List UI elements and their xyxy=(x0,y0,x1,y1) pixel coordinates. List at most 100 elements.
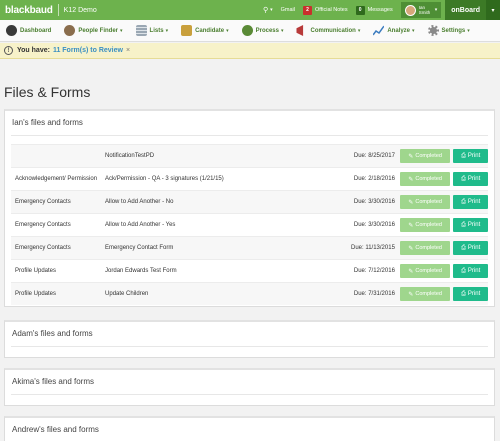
form-due-date: Due: 8/25/2017 xyxy=(353,153,395,159)
files-panel-adam: Adam's files and forms xyxy=(4,320,495,358)
search-icon[interactable]: ⚲ xyxy=(263,6,268,14)
form-name[interactable]: Update Children xyxy=(105,291,331,297)
form-due-date: Due: 2/18/2016 xyxy=(353,176,395,182)
onboard-menu-chevron-icon[interactable]: ▾ xyxy=(486,0,500,20)
nav-item-analyze[interactable]: Analyze ▾ xyxy=(373,25,415,36)
print-label: Print xyxy=(467,291,481,297)
print-button[interactable]: ⎙ Print xyxy=(453,149,488,163)
process-icon xyxy=(241,25,253,36)
completed-button[interactable]: ✎ Completed xyxy=(399,264,451,278)
nav-label: People Finder xyxy=(78,27,119,34)
completed-button[interactable]: ✎ Completed xyxy=(399,149,451,163)
completed-label: Completed xyxy=(415,153,442,159)
nav-item-communication[interactable]: Communication ▾ xyxy=(296,25,360,36)
completed-button[interactable]: ✎ Completed xyxy=(399,218,451,232)
completed-label: Completed xyxy=(415,268,442,274)
forms-table: NotificationTestPD Due: 8/25/2017 ✎ Compl… xyxy=(11,144,488,305)
nav-item-dashboard[interactable]: Dashboard xyxy=(6,25,51,36)
nav-item-process[interactable]: Process ▾ xyxy=(241,25,284,36)
brand-logo[interactable]: blackbaud xyxy=(0,5,53,16)
completed-button[interactable]: ✎ Completed xyxy=(399,195,451,209)
form-due-date: Due: 3/30/2016 xyxy=(353,222,395,228)
form-name[interactable]: NotificationTestPD xyxy=(105,153,331,159)
completed-button[interactable]: ✎ Completed xyxy=(399,172,451,186)
nav-label: Settings xyxy=(441,27,466,34)
print-label: Print xyxy=(467,222,481,228)
chevron-down-icon: ▾ xyxy=(120,27,123,34)
people-finder-icon xyxy=(64,25,76,36)
print-button[interactable]: ⎙ Print xyxy=(453,287,488,301)
print-button[interactable]: ⎙ Print xyxy=(453,241,488,255)
completed-label: Completed xyxy=(415,176,442,182)
site-name: K12 Demo xyxy=(63,6,97,14)
print-button[interactable]: ⎙ Print xyxy=(453,195,488,209)
close-icon[interactable]: × xyxy=(126,47,130,54)
form-category: Emergency Contacts xyxy=(15,199,71,205)
form-category: Emergency Contacts xyxy=(15,245,71,251)
completed-label: Completed xyxy=(415,222,442,228)
chevron-down-icon: ▾ xyxy=(434,7,438,13)
print-button[interactable]: ⎙ Print xyxy=(453,172,488,186)
panel-title[interactable]: Akima's files and forms xyxy=(5,370,494,394)
user-menu[interactable]: Ian Smith ▾ xyxy=(400,2,442,18)
print-label: Print xyxy=(467,153,481,159)
form-name[interactable]: Ack/Permission - QA - 3 signatures (1/21… xyxy=(105,176,331,182)
chevron-down-icon: ▾ xyxy=(165,27,169,34)
search-caret-icon[interactable]: ▾ xyxy=(270,7,273,13)
messages-link[interactable]: 0 Messages xyxy=(355,5,393,15)
form-name[interactable]: Allow to Add Another - No xyxy=(105,199,331,205)
print-button[interactable]: ⎙ Print xyxy=(453,264,488,278)
forms-to-review-link[interactable]: 11 Form(s) to Review xyxy=(53,47,123,54)
info-icon: ! xyxy=(4,46,13,55)
nav-label: Communication xyxy=(310,27,356,34)
print-button[interactable]: ⎙ Print xyxy=(453,218,488,232)
table-row: Acknowledgement/ Permission Ack/Permissi… xyxy=(11,167,488,190)
nav-item-candidate[interactable]: Candidate ▾ xyxy=(181,25,229,36)
nav-label: Dashboard xyxy=(20,27,52,34)
printer-icon: ⎙ xyxy=(461,244,466,251)
chevron-down-icon: ▾ xyxy=(280,27,284,34)
onboard-button[interactable]: onBoard xyxy=(445,0,486,20)
nav-item-people-finder[interactable]: People Finder ▾ xyxy=(64,25,123,36)
form-name[interactable]: Allow to Add Another - Yes xyxy=(105,222,331,228)
nav-label: Candidate xyxy=(195,27,225,34)
completed-label: Completed xyxy=(415,245,442,251)
form-name[interactable]: Emergency Contact Form xyxy=(105,245,331,251)
panel-title[interactable]: Ian's files and forms xyxy=(5,111,494,135)
nav-item-settings[interactable]: Settings ▾ xyxy=(427,25,470,36)
panel-divider xyxy=(11,135,488,136)
completed-button[interactable]: ✎ Completed xyxy=(399,287,451,301)
print-label: Print xyxy=(467,268,481,274)
files-panel-akima: Akima's files and forms xyxy=(4,368,495,406)
completed-button[interactable]: ✎ Completed xyxy=(399,241,451,255)
form-name[interactable]: Jordan Edwards Test Form xyxy=(105,268,331,274)
lists-icon xyxy=(135,25,147,36)
official-notes-link[interactable]: 2 Official Notes xyxy=(303,5,348,15)
panel-title[interactable]: Adam's files and forms xyxy=(5,322,494,346)
pencil-icon: ✎ xyxy=(408,291,414,298)
analyze-icon xyxy=(373,25,385,36)
pencil-icon: ✎ xyxy=(408,245,414,252)
review-notice: ! You have: 11 Form(s) to Review × xyxy=(0,43,500,59)
printer-icon: ⎙ xyxy=(461,290,466,297)
panel-title[interactable]: Andrew's files and forms xyxy=(5,418,494,441)
form-category: Profile Updates xyxy=(15,291,57,297)
printer-icon: ⎙ xyxy=(461,175,466,182)
nav-label: Lists xyxy=(149,27,164,34)
table-row: Profile Updates Update Children Due: 7/3… xyxy=(11,282,488,305)
gmail-link[interactable]: Gmail xyxy=(281,7,295,13)
main-nav: Dashboard People Finder ▾ Lists ▾ Candid… xyxy=(0,20,500,42)
pencil-icon: ✎ xyxy=(408,176,414,183)
page-title: Files & Forms xyxy=(4,84,91,100)
form-category: Acknowledgement/ Permission xyxy=(15,176,98,182)
panel-divider xyxy=(11,394,488,395)
candidate-icon xyxy=(181,25,193,36)
notice-text: You have: xyxy=(17,47,50,54)
form-category: Emergency Contacts xyxy=(15,222,71,228)
panel-divider xyxy=(11,346,488,347)
print-label: Print xyxy=(467,199,481,205)
nav-item-lists[interactable]: Lists ▾ xyxy=(135,25,169,36)
table-row: Emergency Contacts Emergency Contact For… xyxy=(11,236,488,259)
printer-icon: ⎙ xyxy=(461,221,466,228)
completed-label: Completed xyxy=(415,199,442,205)
